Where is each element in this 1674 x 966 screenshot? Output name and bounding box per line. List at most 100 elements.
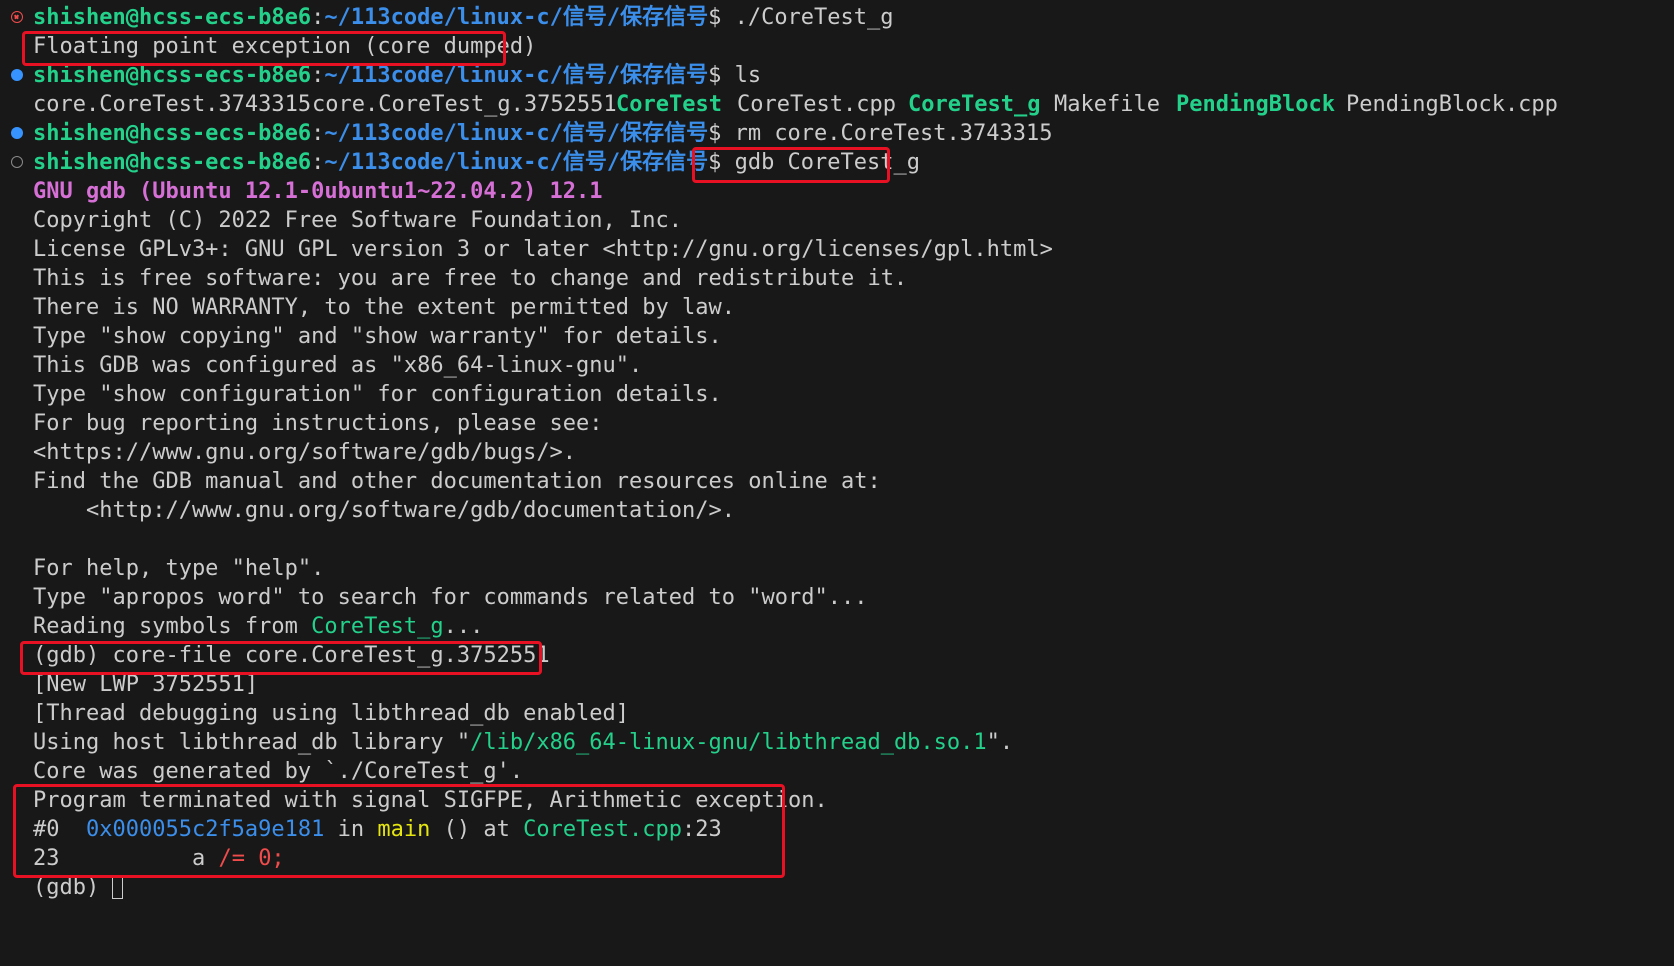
frame-line: :23: [682, 817, 722, 842]
prompt-dollar: $: [708, 5, 735, 30]
gdb-intro-line: This GDB was configured as "x86_64-linux…: [0, 350, 1674, 381]
prompt-colon: :: [311, 121, 325, 146]
core-generated-line: Core was generated by `./CoreTest_g'.: [0, 756, 1674, 787]
prompt-dollar: $: [708, 150, 735, 175]
gdb-intro-text: This is free software: you are free to c…: [33, 266, 908, 291]
prompt-path: ~/113code/linux-c/信号/保存信号: [324, 63, 709, 88]
frame-file: CoreTest.cpp: [523, 817, 683, 842]
gdb-intro-line: [0, 524, 1674, 555]
reading-symbols-line: Reading symbols from CoreTest_g...: [0, 611, 1674, 642]
reading-suffix: ...: [443, 614, 484, 639]
source-line-number: 23: [33, 846, 60, 871]
gdb-banner: GNU gdb (Ubuntu 12.1-0ubuntu1~22.04.2) 1…: [33, 179, 603, 204]
ls-item-executable: PendingBlock: [1176, 92, 1335, 117]
host-lib-prefix: Using host libthread_db library ": [33, 730, 471, 755]
new-lwp: [New LWP 3752551]: [33, 672, 259, 697]
gdb-intro-text: License GPLv3+: GNU GPL version 3 or lat…: [33, 237, 1053, 262]
prompt-line-gdb: shishen@hcss-ecs-b8e6:~/113code/linux-c/…: [0, 147, 1674, 178]
thread-debug: [Thread debugging using libthread_db ena…: [33, 701, 630, 726]
gdb-banner-line: GNU gdb (Ubuntu 12.1-0ubuntu1~22.04.2) 1…: [0, 176, 1674, 207]
gdb-intro-text: For help, type "help".: [33, 556, 325, 581]
circle-x-icon[interactable]: [11, 11, 23, 23]
prompt-user-host: shishen@hcss-ecs-b8e6: [33, 63, 312, 88]
gdb-intro-text: This GDB was configured as "x86_64-linux…: [33, 353, 643, 378]
source-operator: /= 0;: [218, 846, 285, 871]
stack-frame-line: #0 0x000055c2f5a9e181 in main () at Core…: [0, 814, 1674, 845]
text-cursor[interactable]: [112, 875, 124, 899]
source-line: 23 a /= 0;: [0, 843, 1674, 874]
corefile-command: (gdb) core-file core.CoreTest_g.3752551: [33, 643, 550, 668]
reading-prefix: Reading symbols from: [33, 614, 312, 639]
gdb-intro-text: <http://www.gnu.org/software/gdb/documen…: [33, 498, 735, 523]
gdb-intro-line: Type "show copying" and "show warranty" …: [0, 321, 1674, 352]
ls-item: core.CoreTest.3743315: [33, 92, 312, 117]
terminated-message: Program terminated with signal SIGFPE, A…: [33, 788, 828, 813]
core-generated: Core was generated by `./CoreTest_g'.: [33, 759, 524, 784]
filled-circle-icon[interactable]: [11, 127, 23, 139]
gdb-prompt: (gdb): [33, 875, 113, 900]
output-fpe-line: Floating point exception (core dumped): [0, 31, 1674, 62]
prompt-path: ~/113code/linux-c/信号/保存信号: [324, 5, 709, 30]
gdb-intro-line: Type "apropos word" to search for comman…: [0, 582, 1674, 613]
source-gap: [60, 846, 192, 871]
reading-file: CoreTest_g: [311, 614, 444, 639]
gdb-intro-line: For bug reporting instructions, please s…: [0, 408, 1674, 439]
hollow-circle-icon[interactable]: [11, 156, 23, 168]
gdb-intro-text: There is NO WARRANTY, to the extent perm…: [33, 295, 735, 320]
terminated-line: Program terminated with signal SIGFPE, A…: [0, 785, 1674, 816]
gdb-intro-text: Type "show copying" and "show warranty" …: [33, 324, 722, 349]
filled-circle-icon[interactable]: [11, 69, 23, 81]
gdb-intro-line: <https://www.gnu.org/software/gdb/bugs/>…: [0, 437, 1674, 468]
ls-item: CoreTest.cpp: [737, 92, 896, 117]
command-gdb: gdb CoreTest_g: [734, 150, 921, 175]
terminal-window[interactable]: shishen@hcss-ecs-b8e6:~/113code/linux-c/…: [0, 0, 1674, 966]
gdb-intro-text: Copyright (C) 2022 Free Software Foundat…: [33, 208, 683, 233]
ls-item-executable: CoreTest_g: [908, 92, 1041, 117]
gdb-intro-line: This is free software: you are free to c…: [0, 263, 1674, 294]
gdb-intro-line: License GPLv3+: GNU GPL version 3 or lat…: [0, 234, 1674, 265]
gdb-intro-text: Type "show configuration" for configurat…: [33, 382, 722, 407]
frame-in: in: [324, 817, 378, 842]
prompt-colon: :: [311, 63, 325, 88]
gdb-intro-line: Find the GDB manual and other documentat…: [0, 466, 1674, 497]
prompt-path: ~/113code/linux-c/信号/保存信号: [324, 121, 709, 146]
prompt-dollar: $: [708, 121, 735, 146]
host-lib-path: /lib/x86_64-linux-gnu/libthread_db.so.1: [470, 730, 987, 755]
command-ls: ls: [734, 63, 762, 88]
ls-item: Makefile: [1054, 92, 1160, 117]
ls-item: PendingBlock.cpp: [1346, 92, 1558, 117]
host-lib-line: Using host libthread_db library "/lib/x8…: [0, 727, 1674, 758]
prompt-colon: :: [311, 150, 325, 175]
gdb-intro-text: For bug reporting instructions, please s…: [33, 411, 603, 436]
command-run: ./CoreTest_g: [734, 5, 894, 30]
gdb-intro-text: <https://www.gnu.org/software/gdb/bugs/>…: [33, 440, 577, 465]
ls-item: core.CoreTest_g.3752551: [312, 92, 617, 117]
prompt-path: ~/113code/linux-c/信号/保存信号: [324, 150, 709, 175]
gdb-intro-text: Find the GDB manual and other documentat…: [33, 469, 881, 494]
new-lwp-line: [New LWP 3752551]: [0, 669, 1674, 700]
ls-item-executable: CoreTest: [616, 92, 722, 117]
gdb-prompt-line[interactable]: (gdb): [0, 872, 1674, 903]
source-variable: a: [191, 846, 219, 871]
prompt-colon: :: [311, 5, 325, 30]
gdb-intro-line: There is NO WARRANTY, to the extent perm…: [0, 292, 1674, 323]
ls-output-line: core.CoreTest.3743315 core.CoreTest_g.37…: [0, 89, 1674, 120]
prompt-line-run: shishen@hcss-ecs-b8e6:~/113code/linux-c/…: [0, 2, 1674, 33]
host-lib-suffix: ".: [986, 730, 1014, 755]
fpe-message: Floating point exception (core dumped): [33, 34, 537, 59]
gdb-intro-line: Copyright (C) 2022 Free Software Foundat…: [0, 205, 1674, 236]
prompt-line-rm: shishen@hcss-ecs-b8e6:~/113code/linux-c/…: [0, 118, 1674, 149]
prompt-user-host: shishen@hcss-ecs-b8e6: [33, 5, 312, 30]
gdb-intro-text: Type "apropos word" to search for comman…: [33, 585, 868, 610]
frame-function: main: [377, 817, 431, 842]
corefile-command-line: (gdb) core-file core.CoreTest_g.3752551: [0, 640, 1674, 671]
frame-address: 0x000055c2f5a9e181: [85, 817, 325, 842]
command-rm: rm core.CoreTest.3743315: [734, 121, 1053, 146]
prompt-dollar: $: [708, 63, 735, 88]
gdb-intro-line: Type "show configuration" for configurat…: [0, 379, 1674, 410]
frame-args: () at: [430, 817, 524, 842]
prompt-user-host: shishen@hcss-ecs-b8e6: [33, 150, 312, 175]
thread-debug-line: [Thread debugging using libthread_db ena…: [0, 698, 1674, 729]
prompt-line-ls: shishen@hcss-ecs-b8e6:~/113code/linux-c/…: [0, 60, 1674, 91]
frame-number: #0: [33, 817, 86, 842]
